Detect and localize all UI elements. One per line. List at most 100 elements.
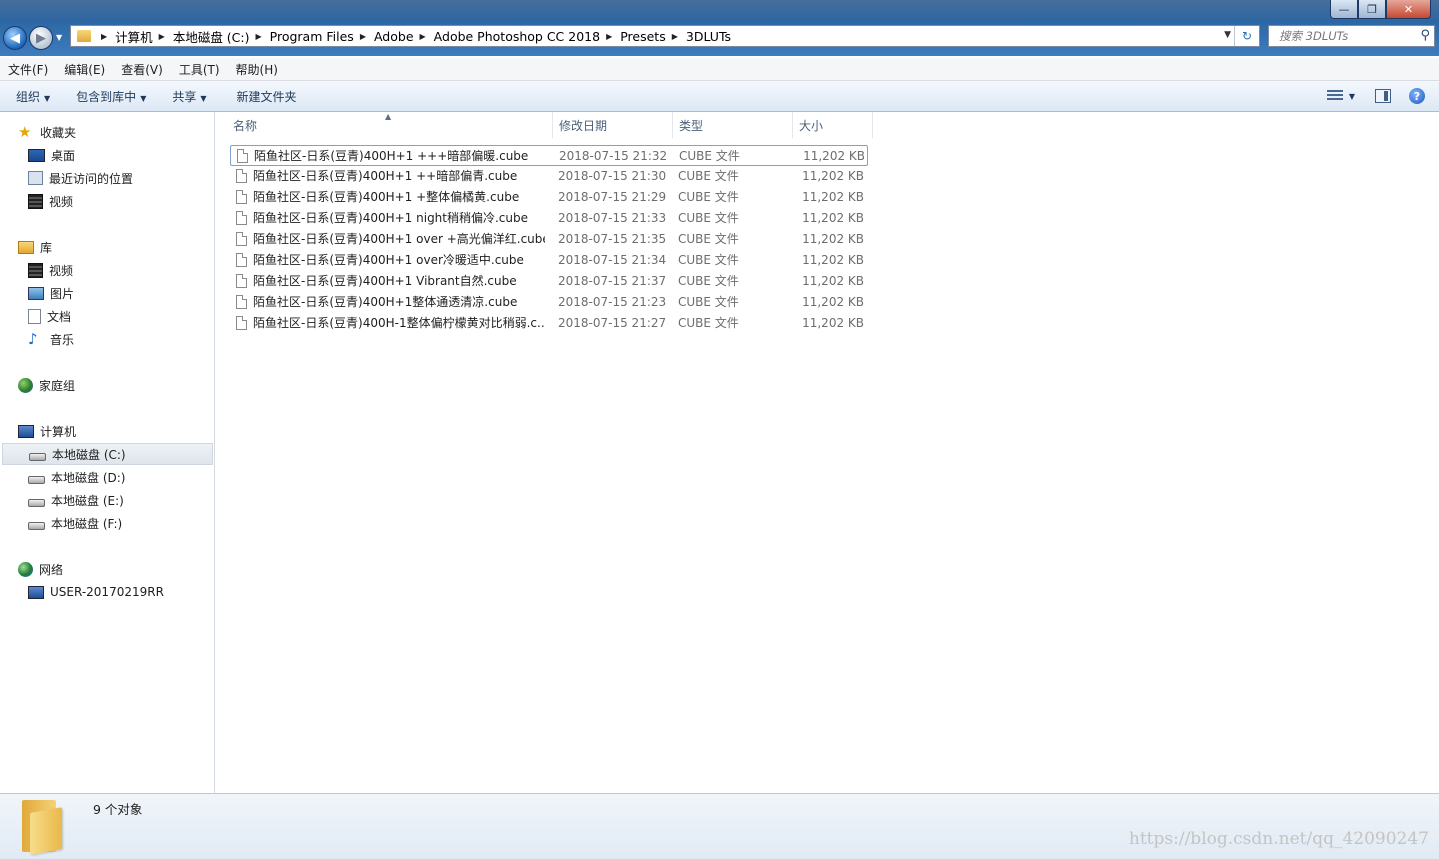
menu-file[interactable]: 文件(F): [8, 61, 48, 78]
column-header-size[interactable]: 大小: [793, 112, 873, 138]
nav-network[interactable]: 网络: [18, 558, 63, 580]
breadcrumb-presets[interactable]: Presets: [620, 29, 666, 44]
maximize-button[interactable]: ❐: [1358, 0, 1386, 19]
file-size: 11,202 KB: [802, 274, 864, 288]
file-row[interactable]: 陌鱼社区-日系(豆青)400H+1 night稍稍偏冷.cube 2018-07…: [230, 208, 868, 229]
breadcrumb-3dluts[interactable]: 3DLUTs: [686, 29, 731, 44]
minimize-button[interactable]: —: [1330, 0, 1358, 19]
file-row[interactable]: 陌鱼社区-日系(豆青)400H+1 over +高光偏洋红.cube 2018-…: [230, 229, 868, 250]
chevron-right-icon[interactable]: ▶: [360, 32, 366, 41]
menu-tools[interactable]: 工具(T): [179, 61, 220, 78]
address-bar[interactable]: ▶ 计算机 ▶ 本地磁盘 (C:) ▶ Program Files ▶ Adob…: [70, 25, 1260, 47]
nav-network-pc[interactable]: USER-20170219RR: [28, 581, 164, 603]
nav-lib-videos[interactable]: 视频: [28, 259, 73, 281]
menu-edit[interactable]: 编辑(E): [64, 61, 105, 78]
file-icon: [236, 274, 247, 288]
menu-view[interactable]: 查看(V): [121, 61, 163, 78]
breadcrumb-computer[interactable]: 计算机: [115, 27, 153, 46]
close-button[interactable]: ✕: [1386, 0, 1431, 19]
file-type: CUBE 文件: [678, 169, 739, 183]
nav-homegroup[interactable]: 家庭组: [18, 374, 75, 396]
forward-button[interactable]: ▶: [29, 26, 53, 50]
nav-drive-f[interactable]: 本地磁盘 (F:): [28, 512, 122, 534]
column-header-date[interactable]: 修改日期: [553, 112, 673, 138]
recent-pages-dropdown[interactable]: ▼: [56, 33, 62, 42]
file-icon: [236, 253, 247, 267]
help-icon[interactable]: ?: [1409, 88, 1425, 104]
nav-libraries[interactable]: 库: [18, 236, 52, 258]
folder-icon: [77, 30, 91, 42]
nav-label: 计算机: [40, 424, 77, 439]
breadcrumb-photoshop[interactable]: Adobe Photoshop CC 2018: [434, 29, 600, 44]
view-dropdown-icon[interactable]: ▼: [1349, 92, 1355, 101]
view-options-icon[interactable]: [1326, 90, 1343, 102]
menu-help[interactable]: 帮助(H): [236, 61, 278, 78]
item-count: 9 个对象: [93, 802, 143, 817]
file-size: 11,202 KB: [802, 316, 864, 330]
nav-lib-documents[interactable]: 文档: [28, 305, 71, 327]
file-size: 11,202 KB: [802, 232, 864, 246]
file-size: 11,202 KB: [803, 149, 865, 163]
share-button[interactable]: 共享 ▼: [172, 88, 206, 105]
nav-computer[interactable]: 计算机: [18, 420, 76, 442]
nav-drive-c[interactable]: 本地磁盘 (C:): [2, 443, 213, 465]
search-icon[interactable]: ⚲: [1420, 28, 1430, 43]
nav-label: 本地磁盘 (D:): [51, 470, 126, 485]
navigation-pane: ★ 收藏夹 桌面 最近访问的位置 视频 库 视频 图片 文档 ♪ 音乐 家庭组 计算…: [0, 112, 215, 793]
file-row[interactable]: 陌鱼社区-日系(豆青)400H+1 +整体偏橘黄.cube 2018-07-15…: [230, 187, 868, 208]
file-row[interactable]: 陌鱼社区-日系(豆青)400H-1整体偏柠檬黄对比稍弱.c... 2018-07…: [230, 313, 868, 334]
preview-pane-icon[interactable]: [1375, 89, 1391, 103]
nav-label: 本地磁盘 (F:): [51, 516, 123, 531]
nav-fav-videos[interactable]: 视频: [28, 190, 73, 212]
column-header-type[interactable]: 类型: [673, 112, 793, 138]
menu-bar: 文件(F) 编辑(E) 查看(V) 工具(T) 帮助(H): [0, 58, 1439, 81]
nav-lib-pictures[interactable]: 图片: [28, 282, 74, 304]
nav-drive-d[interactable]: 本地磁盘 (D:): [28, 466, 125, 488]
file-row[interactable]: 陌鱼社区-日系(豆青)400H+1 Vibrant自然.cube 2018-07…: [230, 271, 868, 292]
chevron-right-icon[interactable]: ▶: [159, 32, 165, 41]
include-library-button[interactable]: 包含到库中 ▼: [76, 88, 146, 105]
chevron-right-icon[interactable]: ▶: [256, 32, 262, 41]
nav-lib-music[interactable]: ♪ 音乐: [28, 328, 74, 350]
search-box[interactable]: ⚲: [1268, 25, 1435, 47]
file-row[interactable]: 陌鱼社区-日系(豆青)400H+1整体通透清凉.cube 2018-07-15 …: [230, 292, 868, 313]
file-icon: [236, 316, 247, 330]
title-glass: [0, 0, 1439, 22]
search-input[interactable]: [1277, 28, 1421, 44]
new-folder-button[interactable]: 新建文件夹: [237, 88, 297, 105]
refresh-button[interactable]: ↻: [1234, 26, 1259, 46]
file-size: 11,202 KB: [802, 253, 864, 267]
file-icon: [236, 211, 247, 225]
file-row[interactable]: 陌鱼社区-日系(豆青)400H+1 over冷暖适中.cube 2018-07-…: [230, 250, 868, 271]
nav-label: 视频: [49, 194, 74, 209]
chevron-right-icon[interactable]: ▶: [420, 32, 426, 41]
organize-button[interactable]: 组织 ▼: [16, 88, 50, 105]
file-date: 2018-07-15 21:32: [559, 149, 668, 163]
column-header-name[interactable]: 名称: [227, 112, 553, 138]
breadcrumb-drive-c[interactable]: 本地磁盘 (C:): [173, 27, 250, 46]
nav-desktop[interactable]: 桌面: [28, 144, 75, 166]
homegroup-icon: [18, 377, 33, 393]
file-size: 11,202 KB: [802, 211, 864, 225]
file-name: 陌鱼社区-日系(豆青)400H+1 over冷暖适中.cube: [253, 253, 524, 267]
share-label: 共享: [172, 89, 197, 104]
file-icon: [236, 232, 247, 246]
file-type: CUBE 文件: [678, 295, 739, 309]
file-row[interactable]: 陌鱼社区-日系(豆青)400H+1 ++暗部偏青.cube 2018-07-15…: [230, 166, 868, 187]
address-history-dropdown[interactable]: ▼: [1224, 30, 1231, 40]
nav-label: 图片: [50, 286, 75, 301]
chevron-right-icon[interactable]: ▶: [606, 32, 612, 41]
back-button[interactable]: ◀: [3, 26, 27, 50]
file-row[interactable]: 陌鱼社区-日系(豆青)400H+1 +++暗部偏暖.cube 2018-07-1…: [230, 145, 868, 166]
command-bar: 组织 ▼ 包含到库中 ▼ 共享 ▼ 新建文件夹 ▼ ?: [0, 81, 1439, 112]
chevron-right-icon[interactable]: ▶: [672, 32, 678, 41]
chevron-right-icon[interactable]: ▶: [101, 32, 107, 41]
nav-recent-places[interactable]: 最近访问的位置: [28, 167, 133, 189]
nav-drive-e[interactable]: 本地磁盘 (E:): [28, 489, 124, 511]
file-name: 陌鱼社区-日系(豆青)400H+1 ++暗部偏青.cube: [253, 169, 518, 183]
refresh-icon: ↻: [1241, 29, 1253, 43]
nav-favorites[interactable]: ★ 收藏夹: [18, 121, 76, 143]
breadcrumb-adobe[interactable]: Adobe: [374, 29, 414, 44]
breadcrumb-program-files[interactable]: Program Files: [270, 29, 354, 44]
file-name: 陌鱼社区-日系(豆青)400H+1整体通透清凉.cube: [253, 295, 518, 309]
